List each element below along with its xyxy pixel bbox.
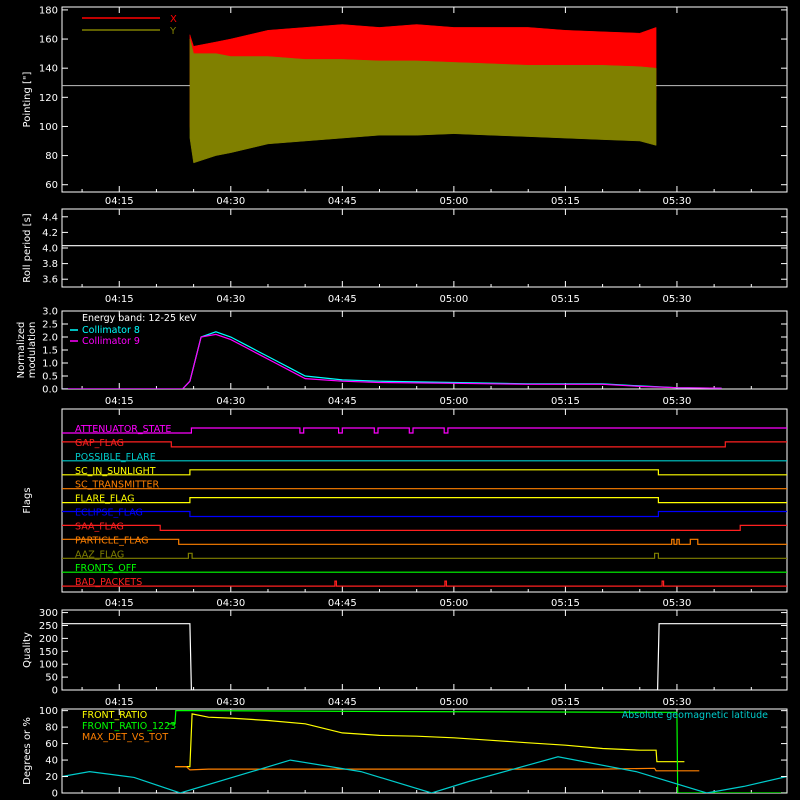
y-tick-label: 2.0: [42, 333, 58, 344]
x-tick-label: 05:30: [663, 697, 692, 708]
y-tick-label: 3.8: [42, 259, 58, 270]
flag-label: GAP_FLAG: [75, 438, 124, 449]
y-tick-label: 80: [45, 723, 58, 734]
y-tick-label: 150: [39, 647, 58, 658]
flag-label: PARTICLE_FLAG: [75, 535, 148, 546]
x-tick-label: 04:45: [328, 697, 357, 708]
y-tick-label: 3.0: [42, 307, 58, 318]
flag-label: SAA_FLAG: [75, 521, 124, 532]
x-tick-label: 05:15: [551, 294, 580, 305]
flags-y-axis-label: Flags: [22, 487, 33, 513]
y-tick-label: 200: [39, 634, 58, 645]
x-tick-label: 04:15: [105, 697, 134, 708]
legend-label: Y: [169, 26, 177, 37]
legend-label: FRONT_RATIO_1223: [82, 721, 176, 732]
x-tick-label: 05:00: [439, 598, 468, 609]
y-tick-label: 50: [45, 673, 58, 684]
y-tick-label: 2.5: [42, 320, 58, 331]
x-tick-label: 05:00: [439, 294, 468, 305]
y-tick-label: 300: [39, 608, 58, 619]
y-tick-label: 80: [45, 151, 58, 162]
legend-label: X: [170, 14, 177, 25]
front_ratio-y-axis-label: Degrees or %: [22, 717, 33, 785]
y-tick-label: 1.0: [42, 359, 58, 370]
legend-label: Absolute geomagnetic latitude: [622, 710, 768, 721]
roll_period-y-axis-label: Roll period [s]: [22, 213, 33, 282]
x-tick-label: 04:15: [105, 598, 134, 609]
y-tick-label: 1.5: [42, 346, 58, 357]
flag-label: SC_TRANSMITTER: [75, 480, 160, 491]
y-tick-label: 4.4: [42, 212, 58, 223]
flag-label: POSSIBLE_FLARE: [75, 452, 156, 463]
x-tick-label: 04:30: [216, 196, 245, 207]
y-tick-label: 0.5: [42, 372, 58, 383]
pointing-y-axis-label: Pointing ["]: [22, 71, 33, 127]
legend-label: MAX_DET_VS_TOT: [82, 732, 168, 743]
energy-band-annotation: Energy band: 12-25 keV: [82, 313, 197, 324]
flag-label: FRONTS_OFF: [75, 563, 137, 574]
y-tick-label: 0: [52, 789, 58, 800]
y-tick-label: 100: [39, 122, 58, 133]
legend-label: Collimator 8: [82, 325, 140, 336]
x-tick-label: 05:15: [551, 396, 580, 407]
x-tick-label: 04:15: [105, 396, 134, 407]
y-tick-label: 60: [45, 180, 58, 191]
x-tick-label: 05:30: [663, 396, 692, 407]
y-tick-label: 0.0: [42, 385, 58, 396]
legend-label: FRONT_RATIO: [82, 710, 147, 721]
x-tick-label: 04:45: [328, 294, 357, 305]
x-tick-label: 04:45: [328, 196, 357, 207]
y-tick-label: 40: [45, 756, 58, 767]
y-tick-label: 100: [39, 660, 58, 671]
flag-label: ATTENUATOR_STATE: [75, 424, 171, 435]
chart-canvas: 04:15 04:30 04:45 05:00 05:15 05:30 Pointing […: [0, 0, 800, 800]
y-tick-label: 120: [39, 93, 58, 104]
y-tick-label: 3.6: [42, 275, 58, 286]
x-tick-label: 05:00: [439, 196, 468, 207]
y-tick-label: 20: [45, 772, 58, 783]
y-tick-label: 60: [45, 739, 58, 750]
y-tick-label: 4.0: [42, 244, 58, 255]
flag-label: AAZ_FLAG: [75, 549, 124, 560]
y-tick-label: 250: [39, 621, 58, 632]
y-tick-label: 4.2: [42, 228, 58, 239]
flag-label: ECLIPSE_FLAG: [75, 508, 143, 519]
x-tick-label: 04:30: [216, 396, 245, 407]
y-tick-label: 160: [39, 35, 58, 46]
y-tick-label: 180: [39, 5, 58, 16]
x-tick-label: 05:30: [663, 598, 692, 609]
y-tick-label: 100: [39, 706, 58, 717]
y-tick-label: 140: [39, 64, 58, 75]
x-tick-label: 04:30: [216, 598, 245, 609]
x-tick-label: 05:30: [663, 196, 692, 207]
x-tick-label: 05:00: [439, 697, 468, 708]
flag-label: SC_IN_SUNLIGHT: [75, 466, 156, 477]
x-tick-label: 05:15: [551, 598, 580, 609]
modulation-y-axis-label: Normalizedmodulation: [16, 322, 38, 379]
x-tick-label: 04:15: [105, 294, 134, 305]
x-tick-label: 04:45: [328, 396, 357, 407]
y-tick-label: 0: [52, 686, 58, 697]
x-tick-label: 05:15: [551, 196, 580, 207]
x-tick-label: 04:30: [216, 294, 245, 305]
flag-label: FLARE_FLAG: [75, 494, 135, 505]
x-tick-label: 04:30: [216, 697, 245, 708]
x-tick-label: 04:15: [105, 196, 134, 207]
x-tick-label: 05:30: [663, 294, 692, 305]
flag-label: BAD_PACKETS: [75, 577, 142, 588]
x-tick-label: 04:45: [328, 598, 357, 609]
legend-label: Collimator 9: [82, 336, 140, 347]
quality-y-axis-label: Quality: [22, 632, 33, 668]
x-tick-label: 05:00: [439, 396, 468, 407]
x-tick-label: 05:15: [551, 697, 580, 708]
